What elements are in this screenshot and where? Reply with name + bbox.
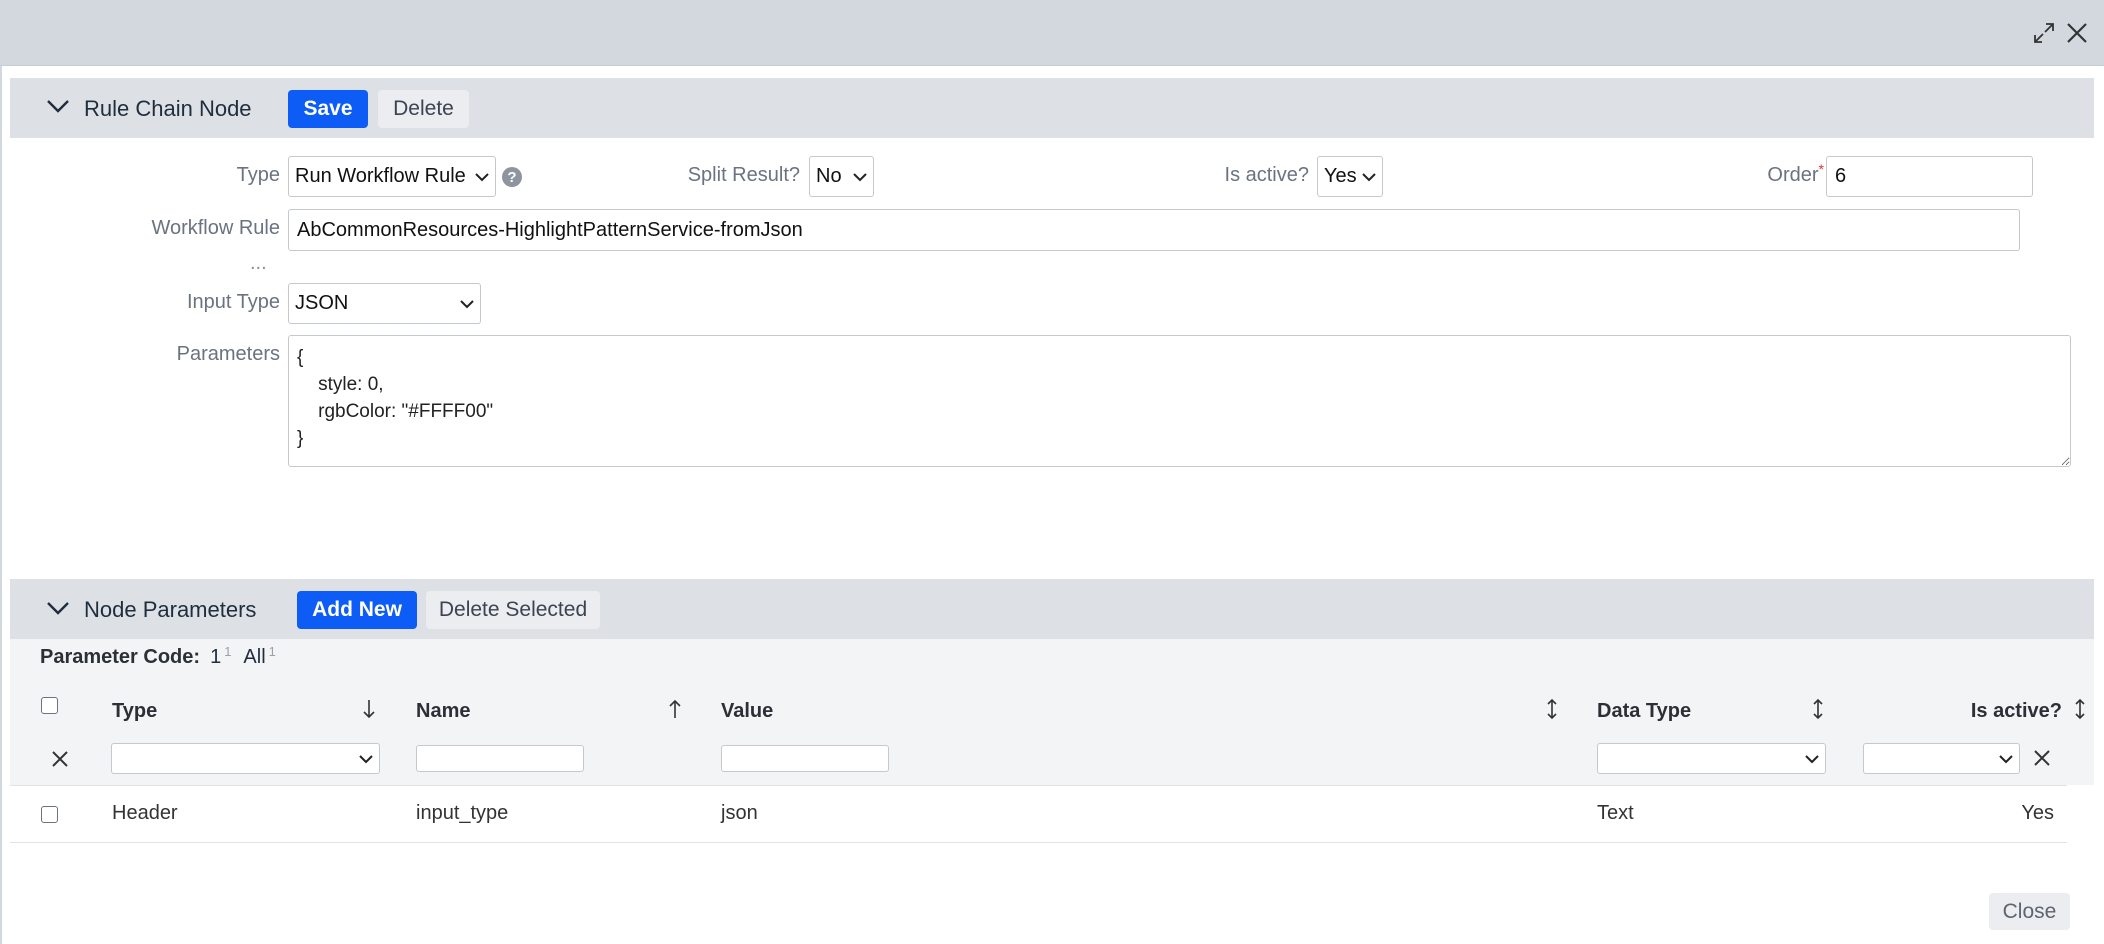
column-header-name[interactable]: Name xyxy=(416,700,470,723)
column-header-is-active[interactable]: Is active? xyxy=(1900,700,2062,723)
chevron-down-icon xyxy=(460,299,474,308)
column-header-type[interactable]: Type xyxy=(112,700,157,723)
cell-data-type: Text xyxy=(1597,802,1634,824)
cell-value: json xyxy=(721,802,758,824)
select-all-checkbox[interactable] xyxy=(41,697,58,714)
cell-name: input_type xyxy=(416,802,509,824)
save-button[interactable]: Save xyxy=(288,90,368,128)
split-result-value: No xyxy=(816,165,842,187)
arrow-down-icon[interactable] xyxy=(362,699,376,719)
more-options-link[interactable]: ... xyxy=(250,252,267,275)
chevron-down-icon xyxy=(1362,172,1376,181)
row-checkbox[interactable] xyxy=(41,806,58,823)
close-button[interactable]: Close xyxy=(1989,893,2070,930)
input-type-select[interactable]: JSON xyxy=(288,283,481,324)
column-header-value[interactable]: Value xyxy=(721,700,773,723)
filter-data-type-select[interactable] xyxy=(1597,743,1826,774)
filter-is-active-select[interactable] xyxy=(1863,743,2020,774)
chevron-down-icon xyxy=(475,172,489,181)
cell-is-active: Yes xyxy=(2021,802,2054,824)
arrow-up-icon[interactable] xyxy=(668,699,682,719)
type-label: Type xyxy=(236,164,280,186)
chevron-down-icon xyxy=(1805,754,1819,763)
sort-icon[interactable] xyxy=(1545,698,1559,720)
node-parameters-title: Node Parameters xyxy=(84,597,257,622)
group-value-count: 1 xyxy=(224,644,232,659)
dialog-left-border xyxy=(0,66,2,944)
expand-icon[interactable] xyxy=(2033,22,2055,44)
input-type-value: JSON xyxy=(295,292,349,314)
group-value-text: 1 xyxy=(210,646,222,668)
sort-icon[interactable] xyxy=(1811,698,1825,720)
chevron-down-icon xyxy=(359,754,373,763)
is-active-select[interactable]: Yes xyxy=(1317,156,1383,197)
group-value-all[interactable]: All 1 xyxy=(243,644,276,669)
type-select-value: Run Workflow Rule xyxy=(295,165,466,187)
required-marker: * xyxy=(1818,161,1824,177)
close-icon[interactable] xyxy=(2066,22,2088,44)
help-icon[interactable]: ? xyxy=(502,167,522,187)
group-label: Parameter Code: xyxy=(40,646,201,668)
group-value-1[interactable]: 11 xyxy=(210,644,232,669)
column-header-data-type[interactable]: Data Type xyxy=(1597,700,1691,723)
filter-name-input[interactable] xyxy=(416,745,584,772)
filter-value-input[interactable] xyxy=(721,745,889,772)
parameters-textarea[interactable] xyxy=(288,335,2071,467)
dialog-title-bar xyxy=(0,0,2104,66)
order-input[interactable] xyxy=(1826,156,2033,197)
type-select[interactable]: Run Workflow Rule xyxy=(288,156,496,197)
rule-chain-node-title: Rule Chain Node xyxy=(84,96,252,121)
is-active-value: Yes xyxy=(1324,165,1357,187)
delete-selected-button[interactable]: Delete Selected xyxy=(426,591,600,629)
split-result-label: Split Result? xyxy=(687,164,800,186)
chevron-down-icon[interactable] xyxy=(46,600,70,616)
order-label: Order* xyxy=(1700,161,1824,187)
filter-type-select[interactable] xyxy=(111,743,380,774)
order-label-text: Order xyxy=(1767,164,1819,186)
row-divider xyxy=(10,842,2067,843)
delete-button[interactable]: Delete xyxy=(378,90,469,128)
chevron-down-icon xyxy=(853,172,867,181)
group-all-text: All xyxy=(243,646,266,668)
input-type-label: Input Type xyxy=(186,291,280,313)
clear-filter-icon[interactable] xyxy=(2034,750,2050,766)
group-all-count: 1 xyxy=(268,644,276,659)
cell-type: Header xyxy=(112,802,178,824)
workflow-rule-label: Workflow Rule xyxy=(151,217,280,239)
split-result-select[interactable]: No xyxy=(809,156,874,197)
clear-filter-icon[interactable] xyxy=(52,751,68,767)
chevron-down-icon[interactable] xyxy=(46,98,70,114)
table-row[interactable]: Header input_type json Text Yes xyxy=(10,786,2067,842)
sort-icon[interactable] xyxy=(2073,698,2087,720)
chevron-down-icon xyxy=(1999,754,2013,763)
add-new-button[interactable]: Add New xyxy=(297,591,417,629)
parameters-label: Parameters xyxy=(176,343,280,365)
workflow-rule-input[interactable] xyxy=(288,209,2020,251)
is-active-label: Is active? xyxy=(1224,164,1309,186)
group-by-bar: Parameter Code: 11 All 1 xyxy=(40,644,276,669)
